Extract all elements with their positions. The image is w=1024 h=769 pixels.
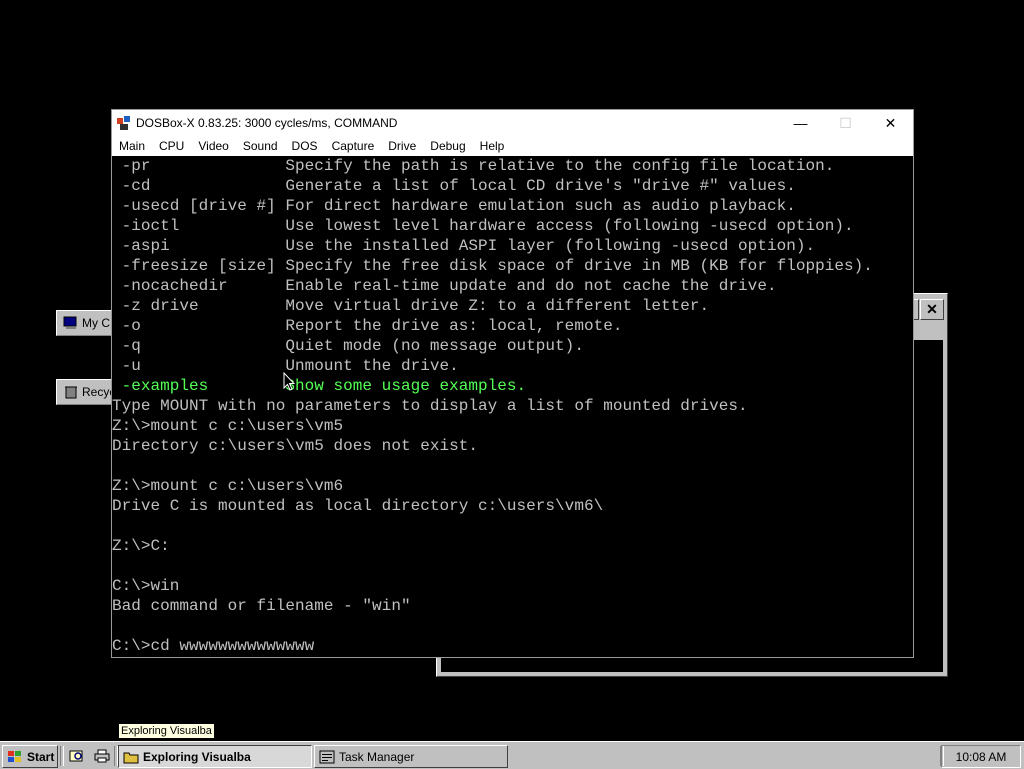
console-line: -usecd [drive #] For direct hardware emu… [112, 197, 796, 215]
console-line: -examples Show some usage examples. [112, 377, 527, 395]
menu-sound[interactable]: Sound [236, 139, 285, 153]
dosbox-app-icon [116, 115, 132, 131]
task-manager-icon [319, 750, 335, 764]
close-icon: ✕ [884, 114, 897, 131]
computer-icon [63, 316, 79, 330]
menu-capture[interactable]: Capture [325, 139, 382, 153]
recycle-bin-icon [63, 385, 79, 399]
console-line: -nocachedir Enable real-time update and … [112, 277, 777, 295]
menu-help[interactable]: Help [473, 139, 512, 153]
taskbar-button-exploring[interactable]: Exploring Visualba [118, 745, 312, 768]
console-line: Z:\>mount c c:\users\vm5 [112, 417, 344, 435]
console-line: -cd Generate a list of local CD drive's … [112, 177, 796, 195]
start-button[interactable]: Start [2, 745, 58, 768]
taskbar-button-task-manager[interactable]: Task Manager [314, 745, 508, 768]
console-line: -z drive Move virtual drive Z: to a diff… [112, 297, 710, 315]
quicklaunch-explorer-button[interactable] [65, 745, 87, 766]
menu-video[interactable]: Video [191, 139, 235, 153]
console-line: -o Report the drive as: local, remote. [112, 317, 623, 335]
close-icon: ✕ [926, 301, 938, 317]
console-line: Z:\>mount c c:\users\vm6 [112, 477, 344, 495]
desktop-icon-label: My C [82, 316, 110, 330]
menu-cpu[interactable]: CPU [152, 139, 191, 153]
console-line: Directory c:\users\vm5 does not exist. [112, 437, 478, 455]
window-title: DOSBox-X 0.83.25: 3000 cycles/ms, COMMAN… [136, 116, 398, 130]
console-line: -pr Specify the path is relative to the … [112, 157, 835, 175]
console-line: Bad command or filename - "win" [112, 597, 411, 615]
menu-debug[interactable]: Debug [423, 139, 472, 153]
clock-time: 10:08 AM [955, 749, 1007, 764]
mouse-cursor-icon [283, 371, 296, 396]
menu-drive[interactable]: Drive [381, 139, 423, 153]
console-line: C:\>win [112, 577, 180, 595]
title-bar[interactable]: DOSBox-X 0.83.25: 3000 cycles/ms, COMMAN… [112, 110, 913, 136]
dosbox-window: DOSBox-X 0.83.25: 3000 cycles/ms, COMMAN… [111, 109, 914, 658]
system-tray-clock[interactable]: 10:08 AM [941, 745, 1021, 768]
console-line: -u Unmount the drive. [112, 357, 459, 375]
printer-icon [94, 749, 110, 763]
menu-dos[interactable]: DOS [285, 139, 325, 153]
console-line: Type MOUNT with no parameters to display… [112, 397, 748, 415]
dos-console[interactable]: -pr Specify the path is relative to the … [112, 156, 913, 657]
menu-main[interactable]: Main [112, 139, 152, 153]
start-label: Start [27, 749, 55, 764]
windows-logo-icon [7, 750, 23, 764]
taskbar: Start Exploring Visualba Task Manager 10… [0, 741, 1024, 769]
menu-bar: Main CPU Video Sound DOS Capture Drive D… [112, 136, 913, 156]
taskbar-divider [60, 746, 64, 766]
quicklaunch-printer-button[interactable] [90, 745, 112, 766]
folder-icon [123, 750, 139, 764]
tooltip: Exploring Visualba [118, 723, 215, 739]
explorer-icon [69, 749, 85, 763]
console-line: -ioctl Use lowest level hardware access … [112, 217, 854, 235]
maximize-button[interactable]: ☐ [823, 110, 868, 136]
console-line: Z:\>C: [112, 537, 170, 555]
console-line: C:\>cd wwwwwwwwwwwwww [112, 637, 315, 655]
console-line: -aspi Use the installed ASPI layer (foll… [112, 237, 816, 255]
taskbar-button-label: Task Manager [339, 749, 415, 764]
close-button[interactable]: ✕ [920, 299, 944, 320]
close-button[interactable]: ✕ [868, 110, 913, 136]
console-line: Drive C is mounted as local directory c:… [112, 497, 604, 515]
taskbar-button-label: Exploring Visualba [143, 749, 251, 764]
minimize-button[interactable]: — [778, 110, 823, 136]
minimize-icon: — [793, 115, 808, 131]
console-line: -freesize [size] Specify the free disk s… [112, 257, 873, 275]
maximize-icon: ☐ [839, 114, 852, 131]
console-line: -q Quiet mode (no message output). [112, 337, 584, 355]
